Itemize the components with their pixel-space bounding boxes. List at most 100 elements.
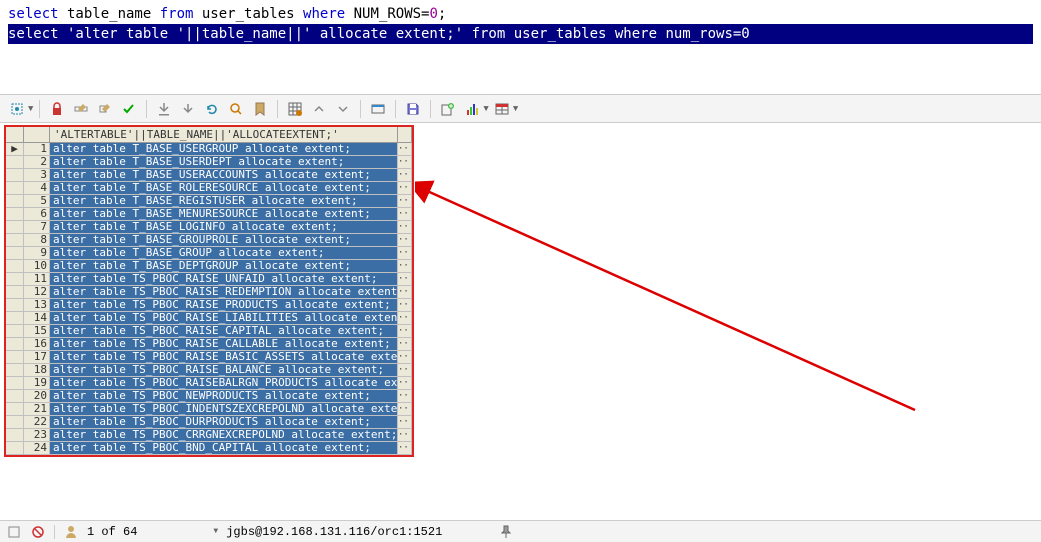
cell-value[interactable]: alter table T_BASE_MENURESOURCE allocate… [50, 208, 398, 221]
table-row[interactable]: 7alter table T_BASE_LOGINFO allocate ext… [6, 221, 412, 234]
table-icon[interactable] [491, 98, 513, 120]
export-icon[interactable] [437, 98, 459, 120]
edit-row-icon[interactable] [70, 98, 92, 120]
cell-expand-button[interactable]: ··· [398, 442, 412, 455]
table-row[interactable]: 21alter table TS_PBOC_INDENTSZEXCREPOLND… [6, 403, 412, 416]
stop-icon[interactable] [30, 524, 46, 540]
search-icon[interactable] [225, 98, 247, 120]
table-row[interactable]: 8alter table T_BASE_GROUPROLE allocate e… [6, 234, 412, 247]
cell-value[interactable]: alter table T_BASE_ROLERESOURCE allocate… [50, 182, 398, 195]
single-record-icon[interactable] [367, 98, 389, 120]
cell-value[interactable]: alter table T_BASE_REGISTUSER allocate e… [50, 195, 398, 208]
cell-value[interactable]: alter table TS_PBOC_RAISE_CALLABLE alloc… [50, 338, 398, 351]
cell-value[interactable]: alter table TS_PBOC_RAISE_BASIC_ASSETS a… [50, 351, 398, 364]
cell-expand-button[interactable]: ··· [398, 286, 412, 299]
chevron-down-icon[interactable]: ▼ [213, 527, 218, 536]
chart-icon[interactable] [461, 98, 483, 120]
table-row[interactable]: 12alter table TS_PBOC_RAISE_REDEMPTION a… [6, 286, 412, 299]
table-row[interactable]: 16alter table TS_PBOC_RAISE_CALLABLE all… [6, 338, 412, 351]
cell-value[interactable]: alter table TS_PBOC_RAISE_PRODUCTS alloc… [50, 299, 398, 312]
cell-expand-button[interactable]: ··· [398, 403, 412, 416]
cell-expand-button[interactable]: ··· [398, 247, 412, 260]
cell-expand-button[interactable]: ··· [398, 273, 412, 286]
header-rownum[interactable] [24, 127, 50, 142]
cell-expand-button[interactable]: ··· [398, 390, 412, 403]
nav-down-icon[interactable] [332, 98, 354, 120]
edit-cell-icon[interactable] [94, 98, 116, 120]
cell-expand-button[interactable]: ··· [398, 351, 412, 364]
results-grid[interactable]: 'ALTERTABLE'||TABLE_NAME||'ALLOCATEEXTEN… [4, 125, 414, 457]
refresh-icon[interactable] [201, 98, 223, 120]
table-row[interactable]: 15alter table TS_PBOC_RAISE_CAPITAL allo… [6, 325, 412, 338]
table-row[interactable]: 5alter table T_BASE_REGISTUSER allocate … [6, 195, 412, 208]
table-row[interactable]: 23alter table TS_PBOC_CRRGNEXCREPOLND al… [6, 429, 412, 442]
cell-expand-button[interactable]: ··· [398, 182, 412, 195]
sql-line-1[interactable]: select table_name from user_tables where… [8, 4, 1033, 24]
table-row[interactable]: 10alter table T_BASE_DEPTGROUP allocate … [6, 260, 412, 273]
cell-value[interactable]: alter table TS_PBOC_RAISE_CAPITAL alloca… [50, 325, 398, 338]
cell-value[interactable]: alter table TS_PBOC_INDENTSZEXCREPOLND a… [50, 403, 398, 416]
table-row[interactable]: 19alter table TS_PBOC_RAISEBALRGN_PRODUC… [6, 377, 412, 390]
table-row[interactable]: 17alter table TS_PBOC_RAISE_BASIC_ASSETS… [6, 351, 412, 364]
table-row[interactable]: 18alter table TS_PBOC_RAISE_BALANCE allo… [6, 364, 412, 377]
cell-value[interactable]: alter table TS_PBOC_RAISE_REDEMPTION all… [50, 286, 398, 299]
fetch-all-icon[interactable] [153, 98, 175, 120]
cell-expand-button[interactable]: ··· [398, 169, 412, 182]
table-row[interactable]: 13alter table TS_PBOC_RAISE_PRODUCTS all… [6, 299, 412, 312]
table-row[interactable]: 20alter table TS_PBOC_NEWPRODUCTS alloca… [6, 390, 412, 403]
cell-expand-button[interactable]: ··· [398, 208, 412, 221]
sql-line-2-selected[interactable]: select 'alter table '||table_name||' all… [8, 24, 1033, 44]
cell-value[interactable]: alter table T_BASE_GROUP allocate extent… [50, 247, 398, 260]
cell-expand-button[interactable]: ··· [398, 338, 412, 351]
status-icon[interactable] [6, 524, 22, 540]
pin-icon[interactable] [498, 524, 514, 540]
cell-value[interactable]: alter table T_BASE_GROUPROLE allocate ex… [50, 234, 398, 247]
cell-value[interactable]: alter table T_BASE_USERACCOUNTS allocate… [50, 169, 398, 182]
bookmark-icon[interactable] [249, 98, 271, 120]
save-icon[interactable] [402, 98, 424, 120]
chevron-down-icon[interactable]: ▼ [483, 104, 488, 114]
cell-value[interactable]: alter table T_BASE_LOGINFO allocate exte… [50, 221, 398, 234]
cell-expand-button[interactable]: ··· [398, 416, 412, 429]
table-row[interactable]: 4alter table T_BASE_ROLERESOURCE allocat… [6, 182, 412, 195]
cell-value[interactable]: alter table TS_PBOC_RAISE_UNFAID allocat… [50, 273, 398, 286]
cell-expand-button[interactable]: ··· [398, 221, 412, 234]
cell-value[interactable]: alter table TS_PBOC_RAISEBALRGN_PRODUCTS… [50, 377, 398, 390]
cell-value[interactable]: alter table TS_PBOC_NEWPRODUCTS allocate… [50, 390, 398, 403]
cell-expand-button[interactable]: ··· [398, 143, 412, 156]
table-row[interactable]: 24alter table TS_PBOC_BND_CAPITAL alloca… [6, 442, 412, 455]
cell-value[interactable]: alter table TS_PBOC_RAISE_LIABILITIES al… [50, 312, 398, 325]
target-icon[interactable] [6, 98, 28, 120]
cell-expand-button[interactable]: ··· [398, 364, 412, 377]
column-header[interactable]: 'ALTERTABLE'||TABLE_NAME||'ALLOCATEEXTEN… [50, 127, 398, 142]
fetch-next-icon[interactable] [177, 98, 199, 120]
cell-expand-button[interactable]: ··· [398, 312, 412, 325]
cell-expand-button[interactable]: ··· [398, 429, 412, 442]
cell-expand-button[interactable]: ··· [398, 260, 412, 273]
table-row[interactable]: ▶1alter table T_BASE_USERGROUP allocate … [6, 143, 412, 156]
cell-expand-button[interactable]: ··· [398, 377, 412, 390]
lock-icon[interactable] [46, 98, 68, 120]
table-row[interactable]: 9alter table T_BASE_GROUP allocate exten… [6, 247, 412, 260]
table-row[interactable]: 11alter table TS_PBOC_RAISE_UNFAID alloc… [6, 273, 412, 286]
cell-value[interactable]: alter table TS_PBOC_RAISE_BALANCE alloca… [50, 364, 398, 377]
cell-expand-button[interactable]: ··· [398, 234, 412, 247]
cell-expand-button[interactable]: ··· [398, 195, 412, 208]
cell-value[interactable]: alter table T_BASE_DEPTGROUP allocate ex… [50, 260, 398, 273]
cell-expand-button[interactable]: ··· [398, 325, 412, 338]
cell-value[interactable]: alter table TS_PBOC_DURPRODUCTS allocate… [50, 416, 398, 429]
cell-value[interactable]: alter table T_BASE_USERGROUP allocate ex… [50, 143, 398, 156]
sql-editor[interactable]: select table_name from user_tables where… [0, 0, 1041, 95]
table-row[interactable]: 3alter table T_BASE_USERACCOUNTS allocat… [6, 169, 412, 182]
cell-value[interactable]: alter table TS_PBOC_CRRGNEXCREPOLND allo… [50, 429, 398, 442]
table-row[interactable]: 14alter table TS_PBOC_RAISE_LIABILITIES … [6, 312, 412, 325]
table-row[interactable]: 22alter table TS_PBOC_DURPRODUCTS alloca… [6, 416, 412, 429]
table-row[interactable]: 6alter table T_BASE_MENURESOURCE allocat… [6, 208, 412, 221]
chevron-down-icon[interactable]: ▼ [513, 104, 518, 114]
nav-up-icon[interactable] [308, 98, 330, 120]
cell-value[interactable]: alter table T_BASE_USERDEPT allocate ext… [50, 156, 398, 169]
chevron-down-icon[interactable]: ▼ [28, 104, 33, 114]
table-row[interactable]: 2alter table T_BASE_USERDEPT allocate ex… [6, 156, 412, 169]
cell-expand-button[interactable]: ··· [398, 156, 412, 169]
check-icon[interactable] [118, 98, 140, 120]
